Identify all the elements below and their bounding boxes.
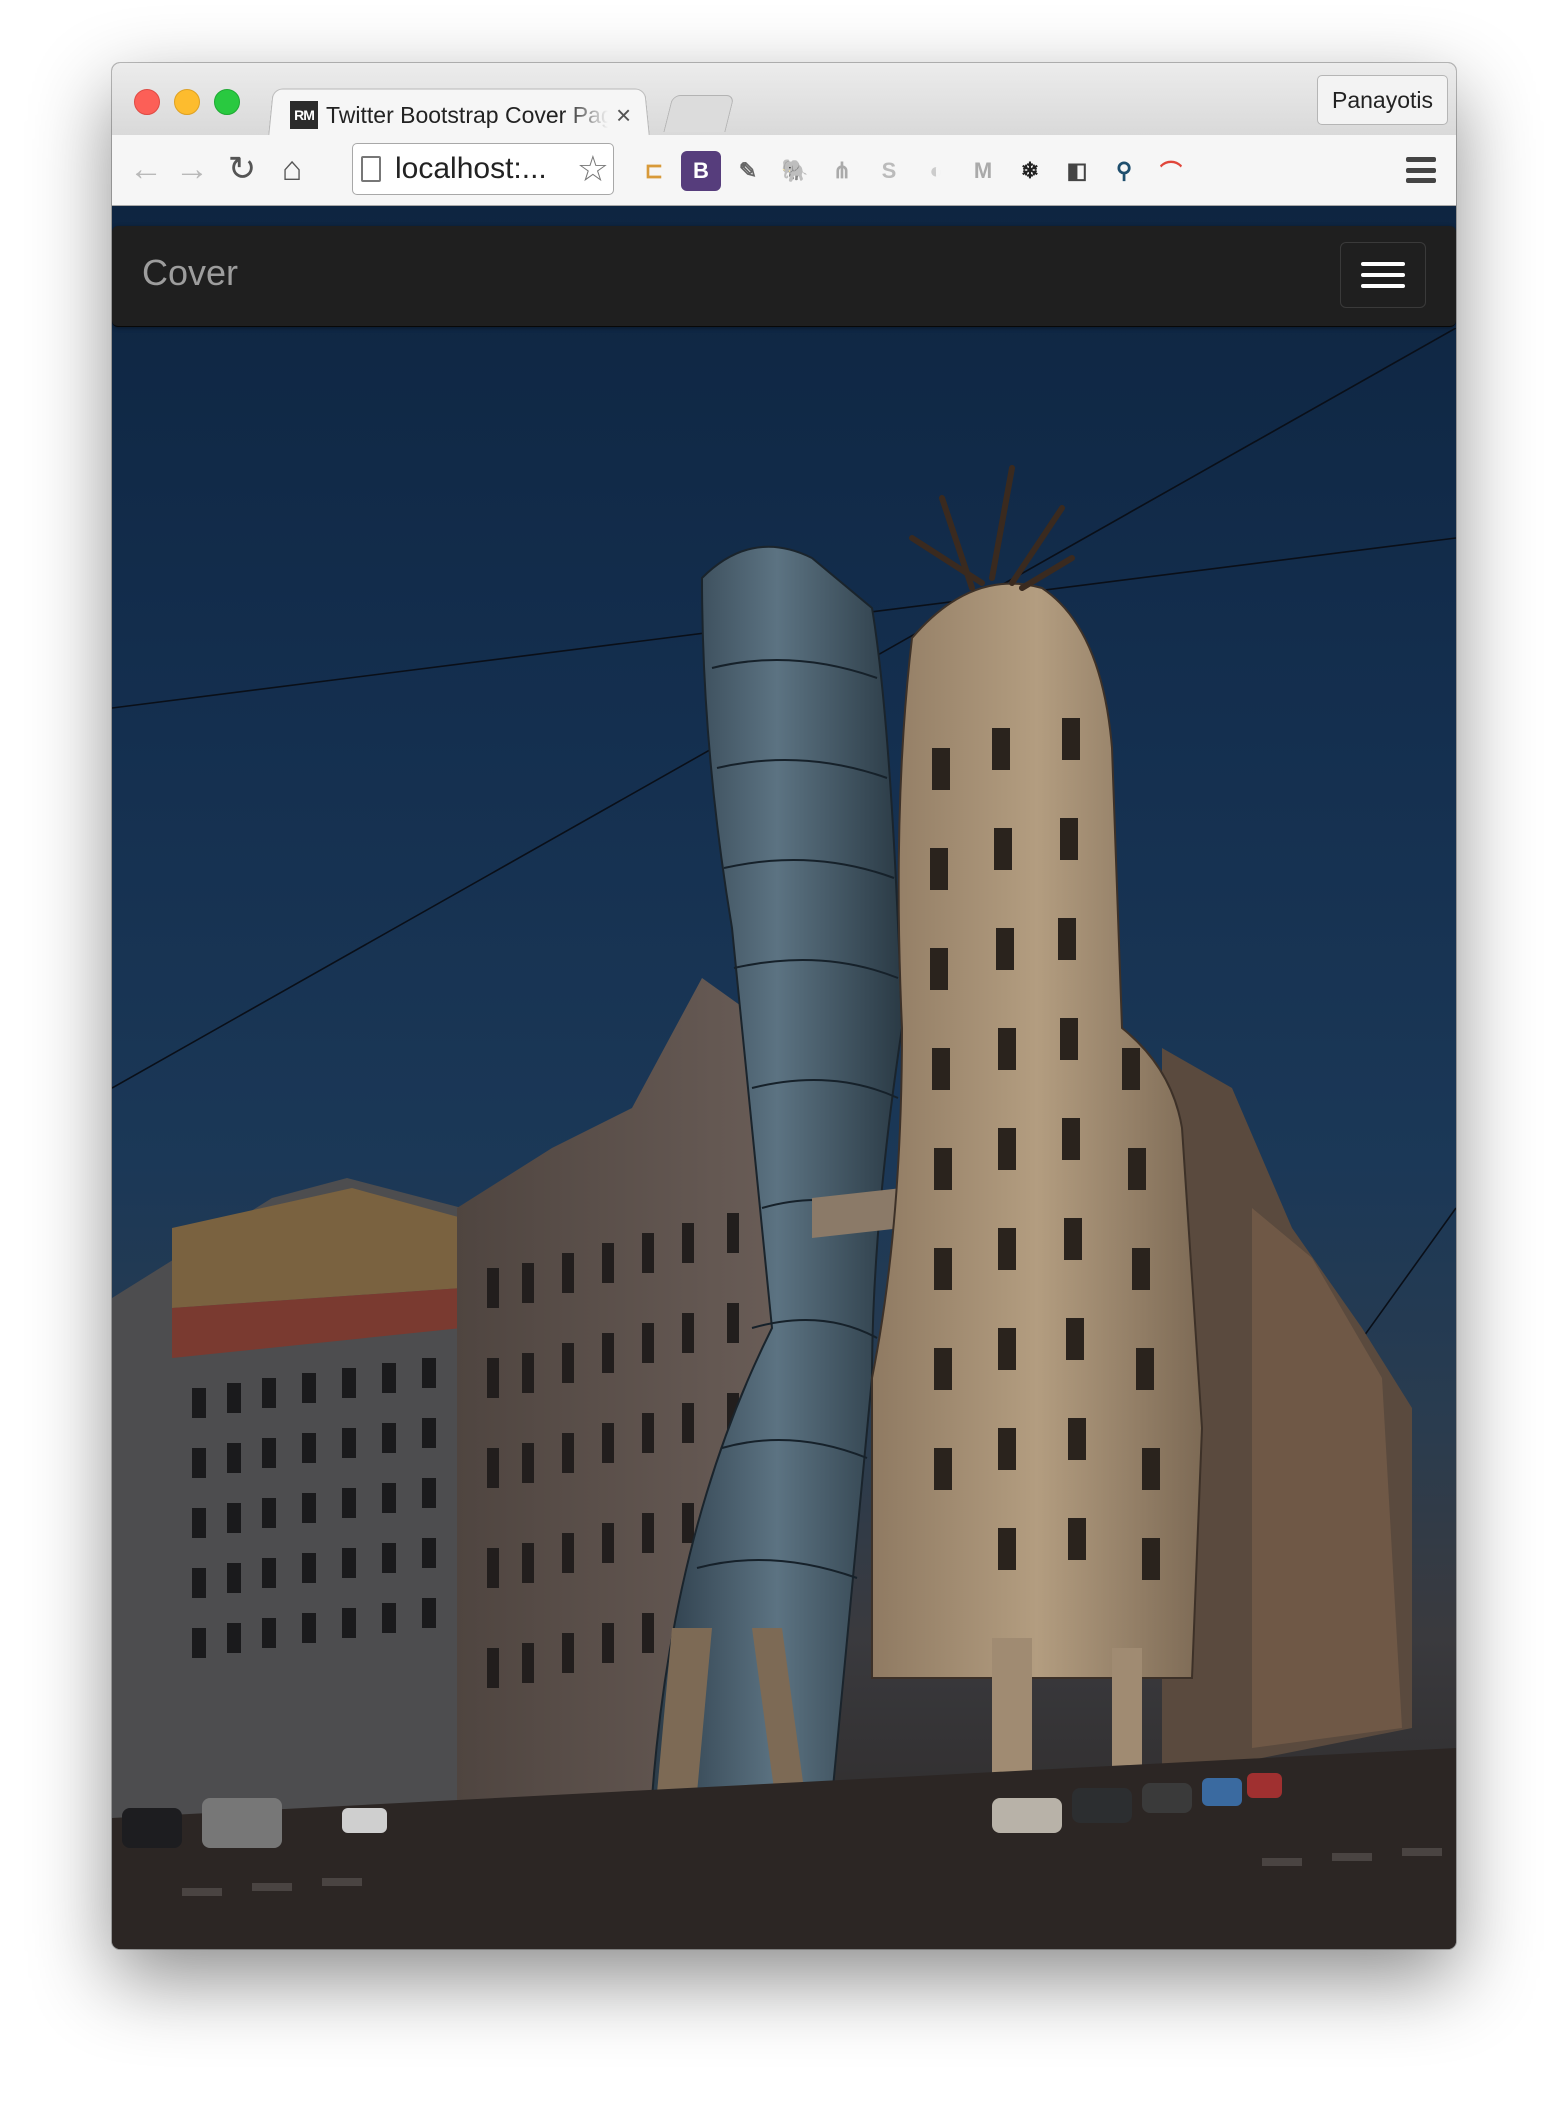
left-building <box>112 1178 462 1848</box>
active-tab-content[interactable]: RM Twitter Bootstrap Cover Page × <box>290 95 640 135</box>
forward-arrow-icon[interactable]: → <box>170 147 214 191</box>
tab-close-icon[interactable]: × <box>616 100 631 131</box>
page-icon <box>361 156 381 182</box>
markdown-extension-icon[interactable]: M <box>963 151 1003 191</box>
address-url[interactable]: localhost:... <box>395 152 547 186</box>
evernote-extension-icon[interactable]: 🐘 <box>775 151 815 191</box>
new-tab-button[interactable] <box>663 95 735 132</box>
back-arrow-icon[interactable]: ← <box>124 147 168 191</box>
rainbow-extension-icon[interactable]: ⌒ <box>1151 151 1191 191</box>
swirl-extension-icon[interactable]: ◐ <box>916 151 956 191</box>
browser-window: RM Twitter Bootstrap Cover Page × Panayo… <box>112 63 1456 1949</box>
browser-toolbar: ← → ↻ ⌂ localhost:... ☆ ⊏ B ✎ 🐘 ⋔ S ◐ M ❄ ◧ ⚲ ⌒ <box>112 135 1456 206</box>
navbar-brand[interactable]: Cover <box>142 252 238 294</box>
shield-extension-icon[interactable]: ◧ <box>1057 151 1097 191</box>
skype-extension-icon[interactable]: S <box>869 151 909 191</box>
page-viewport: Cover <box>112 206 1456 1949</box>
tab-title: Twitter Bootstrap Cover Page <box>326 101 608 128</box>
site-navbar: Cover <box>112 226 1456 327</box>
map-pin-extension-icon[interactable]: ⚲ <box>1104 151 1144 191</box>
address-bar[interactable]: localhost:... ☆ <box>352 143 614 195</box>
eyedropper-extension-icon[interactable]: ✎ <box>728 151 768 191</box>
sitemap-extension-icon[interactable]: ⋔ <box>822 151 862 191</box>
hamburger-bar-icon <box>1361 284 1405 288</box>
maximize-window-button[interactable] <box>214 89 240 115</box>
navbar-toggle-button[interactable] <box>1340 242 1426 308</box>
background-photo <box>112 328 1456 1949</box>
favicon-icon: RM <box>290 101 318 129</box>
tab-strip: RM Twitter Bootstrap Cover Page × Panayo… <box>112 63 1456 138</box>
home-icon[interactable]: ⌂ <box>270 147 314 191</box>
close-window-button[interactable] <box>134 89 160 115</box>
snowflake-extension-icon[interactable]: ❄ <box>1010 151 1050 191</box>
bootstrap-extension-icon[interactable]: B <box>681 151 721 191</box>
bookmark-star-icon[interactable]: ☆ <box>577 148 609 190</box>
browser-menu-icon[interactable] <box>1406 157 1436 183</box>
profile-button[interactable]: Panayotis <box>1316 75 1448 125</box>
minimize-window-button[interactable] <box>174 89 200 115</box>
hamburger-bar-icon <box>1361 273 1405 277</box>
hamburger-bar-icon <box>1361 262 1405 266</box>
ruler-extension-icon[interactable]: ⊏ <box>634 151 674 191</box>
reload-icon[interactable]: ↻ <box>220 147 264 191</box>
